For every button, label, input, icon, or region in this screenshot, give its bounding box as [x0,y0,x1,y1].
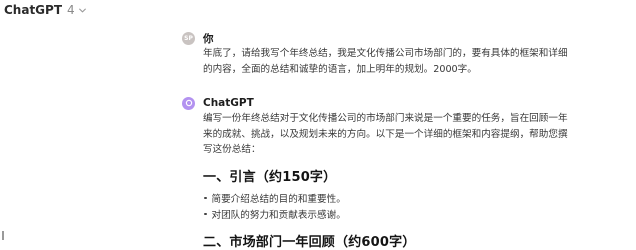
user-avatar: SP [182,31,195,45]
assistant-message-header: ChatGPT [182,95,622,111]
user-message-text: 年底了，请给我写个年终总结，我是文化传播公司市场部门的，要有具体的框架和详细 的… [203,48,568,75]
bullet-dot [204,196,207,200]
section-heading: 二、市场部门一年回顾（约600字） [203,235,416,250]
user-message: SP 你 年底了，请给我写个年终总结，我是文化传播公司市场部门的，要有具体的框架… [182,30,622,77]
chevron-down-icon [78,7,86,14]
chat-page: ChatGPT 4 SP 你 年底了，请给我写个年终总结，我是文化传播公司市场部… [0,0,636,250]
list-item-text: 对团队的努力和贡献表示感谢。 [211,210,346,221]
model-version: 4 [67,3,75,17]
model-name: ChatGPT [4,3,63,17]
assistant-author-name: ChatGPT [203,97,254,109]
scrollbar-handle[interactable] [2,231,4,240]
bullet-dot [204,212,207,216]
assistant-intro-text: 编写一份年终总结对于文化传播公司的市场部门来说是一个重要的任务，旨在回顾一年 来… [203,113,568,155]
list-item: 简要介绍总结的目的和重要性。 [203,191,346,205]
openai-logo-icon [182,96,195,110]
user-author-name: 你 [203,32,214,45]
assistant-message: ChatGPT 编写一份年终总结对于文化传播公司的市场部门来说是一个重要的任务，… [182,95,622,158]
user-message-header: SP 你 [182,30,622,46]
list-item-text: 简要介绍总结的目的和重要性。 [211,194,346,205]
list-item: 对团队的努力和贡献表示感谢。 [203,207,346,221]
section-heading: 一、引言（约150字） [203,170,337,185]
model-selector[interactable]: ChatGPT 4 [0,0,86,20]
